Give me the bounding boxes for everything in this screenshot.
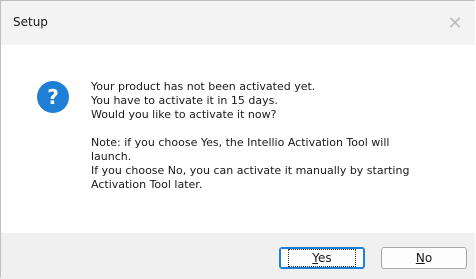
no-button[interactable]: No xyxy=(381,247,467,269)
message-line: Would you like to activate it now? xyxy=(91,108,277,121)
message-line: Your product has not been activated yet. xyxy=(91,80,316,93)
title-bar: Setup ✕ xyxy=(1,1,475,45)
no-button-label: No xyxy=(415,251,433,265)
message-line: launch. xyxy=(91,150,132,163)
message-line: Note: if you choose Yes, the Intellio Ac… xyxy=(91,136,390,149)
close-icon[interactable]: ✕ xyxy=(435,1,475,45)
button-bar: Yes No xyxy=(1,233,475,279)
dialog-content: ? Your product has not been activated ye… xyxy=(1,45,475,233)
message-line: You have to activate it in 15 days. xyxy=(91,94,278,107)
message-text: Your product has not been activated yet.… xyxy=(91,80,451,192)
yes-button[interactable]: Yes xyxy=(279,247,365,269)
message-line: Activation Tool later. xyxy=(91,178,203,191)
question-icon: ? xyxy=(37,81,69,113)
message-line: If you choose No, you can activate it ma… xyxy=(91,164,410,177)
window-title: Setup xyxy=(13,15,48,29)
yes-button-label: Yes xyxy=(288,249,356,267)
setup-dialog: Setup ✕ ? Your product has not been acti… xyxy=(0,0,475,279)
